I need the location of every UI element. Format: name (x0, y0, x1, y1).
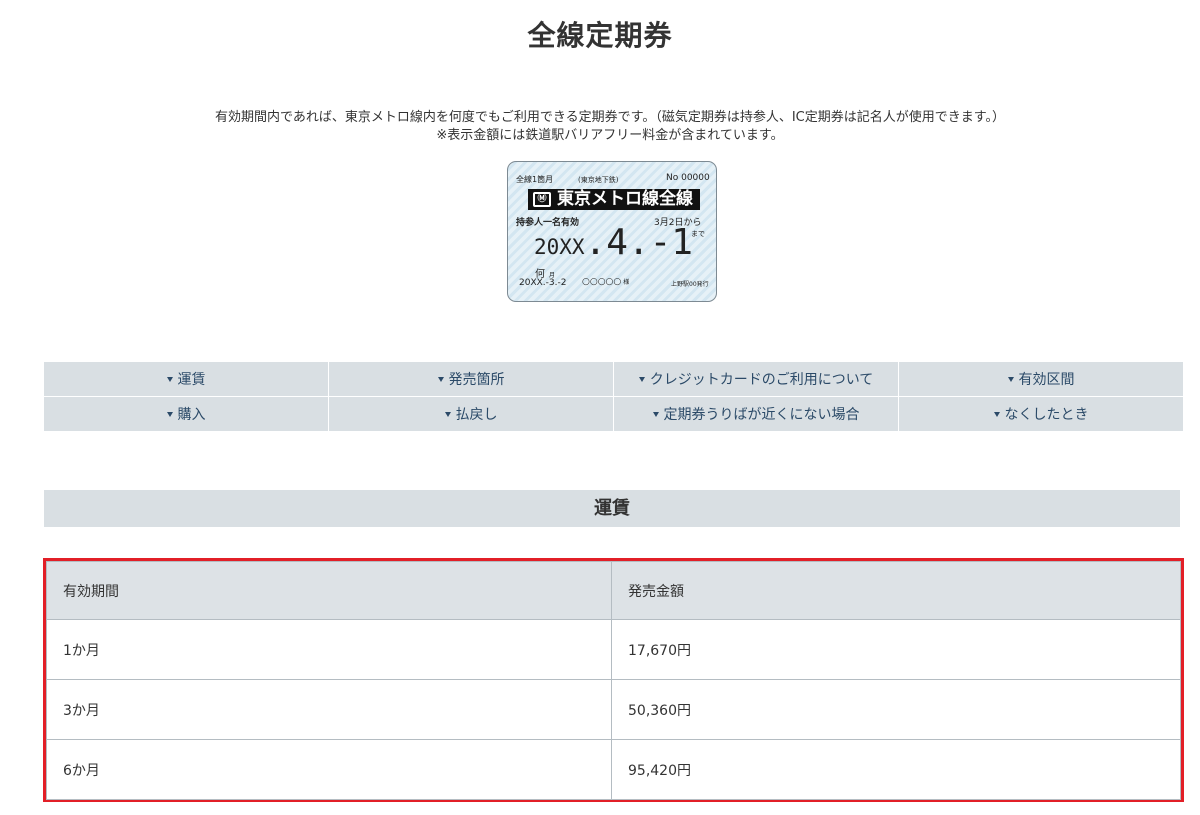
table-row: 3か月 50,360円 (46, 679, 1181, 740)
cell-period: 1か月 (46, 619, 612, 680)
ticket-date-main: .4.-1 (584, 222, 693, 263)
nav-item-fare[interactable]: 運賃 (44, 362, 328, 396)
triangle-down-icon (166, 376, 173, 382)
ticket-number: No 00000 (666, 173, 710, 183)
ticket-band: Ⓜ 東京メトロ線全線 (528, 189, 700, 210)
table-row: 1か月 17,670円 (46, 619, 1181, 680)
triangle-down-icon (437, 376, 444, 382)
nav-item-label: 購入 (177, 407, 206, 423)
nav-item-refund[interactable]: 払戻し (329, 397, 613, 431)
ticket-company: (東京地下鉄) (578, 176, 619, 184)
cell-price: 17,670円 (611, 619, 1181, 680)
nav-item-label: なくしたとき (1004, 407, 1089, 423)
nav-item-label: 払戻し (455, 407, 498, 423)
triangle-down-icon (652, 411, 659, 417)
tokyo-metro-logo-icon: Ⓜ (533, 192, 551, 207)
page-title: 全線定期券 (527, 19, 673, 52)
intro-line-2: ※表示金額には鉄道駅バリアフリー料金が含まれています。 (436, 128, 784, 143)
section-nav: 運賃 発売箇所 クレジットカードのご利用について 有効区間 購入 払戻し 定期券… (44, 362, 1183, 431)
ticket-name-suffix: 様 (623, 279, 630, 286)
ticket-expiry-date: 20XX.4.-1 (534, 222, 693, 263)
triangle-down-icon (638, 376, 645, 382)
triangle-down-icon (993, 411, 1000, 417)
ticket-holder-name: ○○○○○ 様 (582, 277, 629, 287)
ticket-date-prefix: 20XX (534, 235, 585, 259)
table-row: 6か月 95,420円 (46, 739, 1181, 800)
nav-item-credit-card[interactable]: クレジットカードのご利用について (614, 362, 898, 396)
ticket-type: 全線1箇月 (516, 175, 554, 184)
nav-item-valid-section[interactable]: 有効区間 (899, 362, 1183, 396)
fare-section-heading: 運賃 (44, 490, 1180, 527)
fare-table-highlight: 有効期間 発売金額 1か月 17,670円 3か月 50,360円 6か月 95… (43, 558, 1184, 802)
nav-item-label: 定期券うりばが近くにない場合 (663, 407, 860, 423)
triangle-down-icon (444, 411, 451, 417)
header-validity-period: 有効期間 (46, 561, 612, 620)
nav-item-label: 有効区間 (1018, 372, 1075, 388)
ticket-until: まで (691, 230, 705, 238)
cell-period: 3か月 (46, 679, 612, 740)
triangle-down-icon (166, 411, 173, 417)
triangle-down-icon (1007, 376, 1014, 382)
table-header-row: 有効期間 発売金額 (46, 561, 1181, 620)
intro-text: 有効期間内であれば、東京メトロ線内を何度でもご利用できる定期券です。（磁気定期券… (0, 109, 1200, 145)
nav-item-label: 運賃 (177, 372, 206, 388)
header-price: 発売金額 (611, 561, 1181, 620)
nav-item-label: 発売箇所 (448, 372, 505, 388)
intro-line-1: 有効期間内であれば、東京メトロ線内を何度でもご利用できる定期券です。（磁気定期券… (215, 110, 1005, 125)
ticket-band-text: 東京メトロ線全線 (557, 189, 693, 209)
nav-item-sales-locations[interactable]: 発売箇所 (329, 362, 613, 396)
cell-price: 50,360円 (611, 679, 1181, 740)
nav-item-lost[interactable]: なくしたとき (899, 397, 1183, 431)
nav-item-no-counter-nearby[interactable]: 定期券うりばが近くにない場合 (614, 397, 898, 431)
ticket-issue-date: 20XX.-3.-2 (519, 278, 567, 288)
fare-table: 有効期間 発売金額 1か月 17,670円 3か月 50,360円 6か月 95… (46, 561, 1181, 800)
ticket-image: 全線1箇月 (東京地下鉄) No 00000 Ⓜ 東京メトロ線全線 持参人一名有… (507, 161, 717, 302)
nav-item-label: クレジットカードのご利用について (649, 372, 874, 388)
nav-item-purchase[interactable]: 購入 (44, 397, 328, 431)
cell-price: 95,420円 (611, 739, 1181, 800)
cell-period: 6か月 (46, 739, 612, 800)
ticket-name-mark: ○○○○○ (582, 277, 622, 287)
ticket-issuer: 上野駅00発行 (671, 281, 709, 288)
